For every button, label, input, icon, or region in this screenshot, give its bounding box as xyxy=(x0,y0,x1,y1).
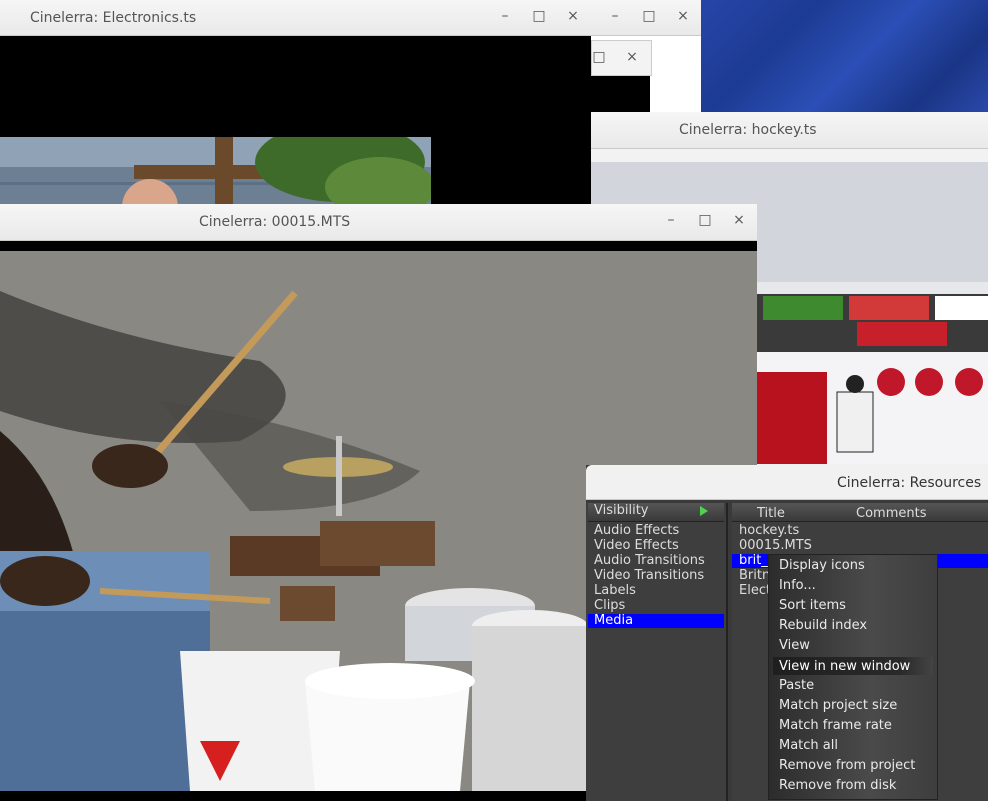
close-button[interactable]: × xyxy=(623,48,641,66)
media-item[interactable]: 00015.MTS xyxy=(739,538,812,553)
maximize-button[interactable]: □ xyxy=(640,7,658,25)
maximize-button[interactable]: □ xyxy=(590,48,608,66)
folder-labels[interactable]: Labels xyxy=(594,583,636,598)
media-item[interactable]: brit_ xyxy=(739,553,768,568)
folder-pane[interactable]: Visibility Audio Effects Video Effects A… xyxy=(586,503,728,801)
folder-audio-transitions[interactable]: Audio Transitions xyxy=(594,553,705,568)
media-item[interactable]: hockey.ts xyxy=(739,523,799,538)
folder-media[interactable]: Media xyxy=(594,613,633,628)
maximize-button[interactable]: □ xyxy=(530,7,548,25)
titlebar-hockey[interactable]: Cinelerra: hockey.ts xyxy=(591,112,988,149)
menu-display-icons[interactable]: Display icons xyxy=(779,558,865,573)
folder-video-transitions[interactable]: Video Transitions xyxy=(594,568,704,583)
menu-remove-from-project[interactable]: Remove from project xyxy=(779,758,915,773)
media-item[interactable]: Elect xyxy=(739,583,771,598)
column-comments[interactable]: Comments xyxy=(856,506,926,521)
minimize-button[interactable]: – xyxy=(662,211,680,229)
visibility-label: Visibility xyxy=(594,503,649,518)
titlebar-mts[interactable]: Cinelerra: 00015.MTS – □ × xyxy=(0,204,757,241)
visibility-header[interactable]: Visibility xyxy=(588,503,724,522)
menu-info[interactable]: Info... xyxy=(779,578,816,593)
menu-sort-items[interactable]: Sort items xyxy=(779,598,846,613)
maximize-button[interactable]: □ xyxy=(696,211,714,229)
video-frame-electronics xyxy=(0,137,431,210)
menu-view[interactable]: View xyxy=(779,638,810,653)
desktop-background xyxy=(701,0,988,112)
titlebar-hockey-back[interactable]: – □ × xyxy=(591,0,701,36)
video-fragment xyxy=(591,76,650,112)
menu-rebuild-index[interactable]: Rebuild index xyxy=(779,618,867,633)
column-title[interactable]: Title xyxy=(757,506,785,521)
menu-paste[interactable]: Paste xyxy=(779,678,814,693)
titlebar-electronics[interactable]: Cinelerra: Electronics.ts – □ × xyxy=(0,0,591,36)
menu-view-in-new-window[interactable]: View in new window xyxy=(779,659,910,674)
window-title: Cinelerra: 00015.MTS xyxy=(199,214,351,230)
play-icon[interactable] xyxy=(700,506,708,516)
window-hockey-back[interactable]: – □ × □ × xyxy=(591,0,701,112)
menu-remove-from-disk[interactable]: Remove from disk xyxy=(779,778,896,793)
media-item[interactable]: Britn xyxy=(739,568,770,583)
menu-match-all[interactable]: Match all xyxy=(779,738,838,753)
titlebar-resources[interactable]: Cinelerra: Resources xyxy=(586,465,988,500)
folder-video-effects[interactable]: Video Effects xyxy=(594,538,679,553)
dialog-fragment: □ × xyxy=(591,40,652,76)
minimize-button[interactable]: – xyxy=(496,7,514,25)
window-title: Cinelerra: Resources xyxy=(837,475,982,491)
window-electronics[interactable]: Cinelerra: Electronics.ts – □ × xyxy=(0,0,591,210)
folder-audio-effects[interactable]: Audio Effects xyxy=(594,523,679,538)
close-button[interactable]: × xyxy=(730,211,748,229)
menu-match-frame-rate[interactable]: Match frame rate xyxy=(779,718,892,733)
menu-match-project-size[interactable]: Match project size xyxy=(779,698,897,713)
folder-media-selected[interactable]: Media xyxy=(588,613,724,628)
minimize-button[interactable]: – xyxy=(606,7,624,25)
close-button[interactable]: × xyxy=(674,7,692,25)
column-header[interactable]: Title Comments xyxy=(732,503,988,522)
window-title: Cinelerra: hockey.ts xyxy=(679,122,817,138)
window-title: Cinelerra: Electronics.ts xyxy=(30,10,197,26)
context-menu[interactable]: Display icons Info... Sort items Rebuild… xyxy=(768,554,938,800)
folder-clips[interactable]: Clips xyxy=(594,598,625,613)
close-button[interactable]: × xyxy=(564,7,582,25)
